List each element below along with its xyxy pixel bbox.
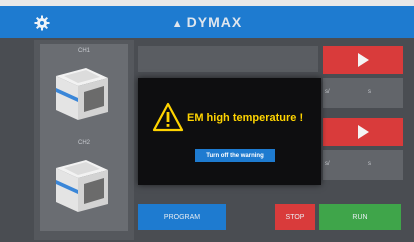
channel-2-unit-left: s/	[325, 161, 330, 167]
play-icon	[358, 125, 369, 139]
channel-1-play-button[interactable]	[323, 46, 403, 74]
channel-2-label: CH2	[77, 140, 90, 146]
device-icon	[56, 68, 108, 120]
channel-2-unit-right: s	[368, 161, 371, 167]
channel-2-card[interactable]: CH2	[40, 136, 128, 231]
channel-1-label: CH1	[77, 48, 90, 54]
turn-off-warning-button[interactable]: Turn off the warning	[195, 149, 275, 162]
logo-text: DYMAX	[186, 14, 243, 30]
channel-2-play-button[interactable]	[323, 118, 403, 146]
program-button[interactable]: PROGRAM	[138, 204, 226, 230]
warning-icon	[152, 102, 184, 132]
run-button[interactable]: RUN	[319, 204, 401, 230]
device-icon	[56, 160, 108, 212]
channel-1-time-readout: s/ s	[323, 78, 403, 108]
warning-message: EM high temperature !	[187, 112, 304, 124]
dymax-logo: ▲ DYMAX	[0, 14, 414, 30]
logo-mark-icon: ▲	[171, 18, 184, 30]
header-bar: ▲ DYMAX	[0, 6, 414, 38]
channel-1-unit-right: s	[368, 89, 371, 95]
channel-1-card[interactable]: CH1	[40, 44, 128, 139]
channel-1-unit-left: s/	[325, 89, 330, 95]
channel-2-time-readout: s/ s	[323, 150, 403, 180]
play-icon	[358, 53, 369, 67]
stop-button[interactable]: STOP	[275, 204, 315, 230]
warning-dialog: EM high temperature ! Turn off the warni…	[138, 78, 321, 185]
channel-1-row	[138, 46, 318, 72]
